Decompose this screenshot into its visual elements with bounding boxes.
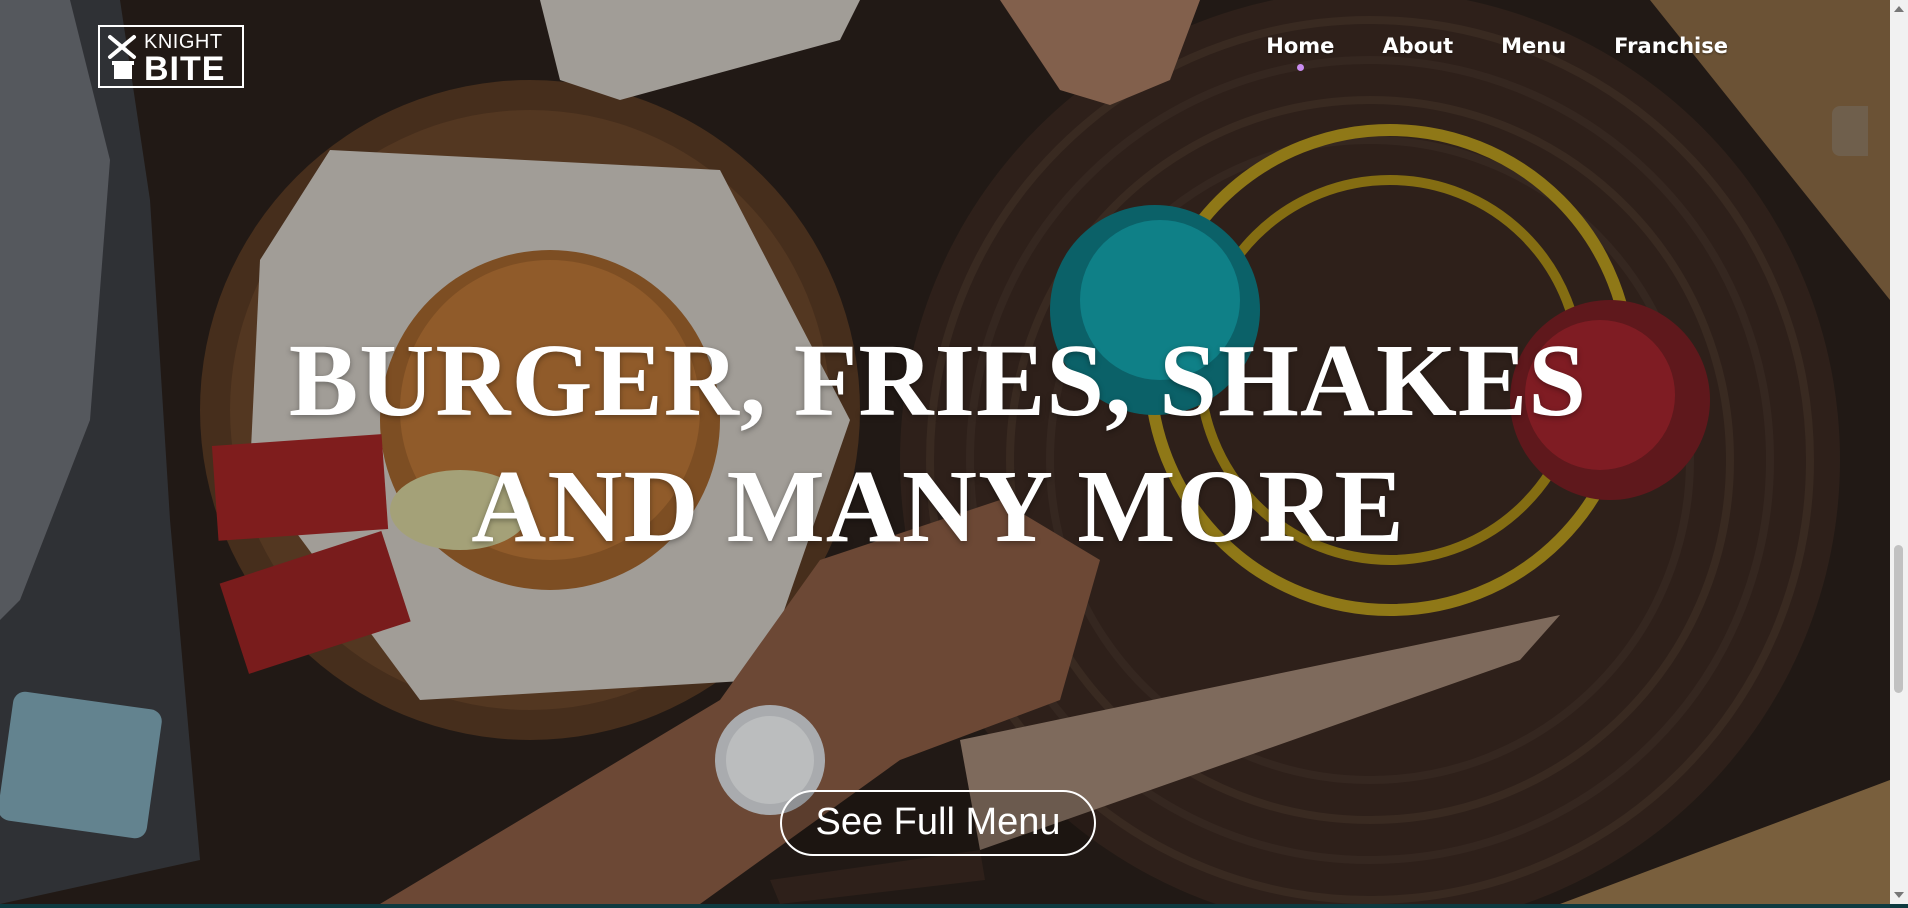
- nav-menu[interactable]: Menu: [1501, 34, 1566, 58]
- scroll-down-icon[interactable]: [1894, 892, 1904, 898]
- scroll-widget-icon[interactable]: [1832, 106, 1868, 156]
- nav-home[interactable]: Home: [1266, 34, 1334, 58]
- hero-section: KNIGHT BITE Home About Menu Franchise BU…: [0, 0, 1890, 904]
- nav-franchise[interactable]: Franchise: [1614, 34, 1728, 58]
- see-full-menu-button[interactable]: See Full Menu: [780, 790, 1096, 856]
- bottom-edge-bar: [0, 904, 1908, 908]
- hero-headline-line-1: BURGER, FRIES, SHAKES: [288, 322, 1588, 438]
- logo-text-bottom: BITE: [144, 50, 226, 88]
- hero-headline: BURGER, FRIES, SHAKES AND MANY MORE: [0, 318, 1876, 570]
- scrollbar-thumb[interactable]: [1894, 545, 1903, 693]
- brand-logo[interactable]: KNIGHT BITE: [98, 25, 244, 88]
- fork-knife-cup-icon: [108, 35, 136, 79]
- page-scrollbar[interactable]: [1890, 0, 1908, 904]
- page: KNIGHT BITE Home About Menu Franchise BU…: [0, 0, 1908, 908]
- nav-about[interactable]: About: [1382, 34, 1453, 58]
- scroll-up-icon[interactable]: [1894, 6, 1904, 12]
- hero-headline-line-2: AND MANY MORE: [471, 448, 1405, 564]
- main-navigation: Home About Menu Franchise: [1218, 34, 1728, 58]
